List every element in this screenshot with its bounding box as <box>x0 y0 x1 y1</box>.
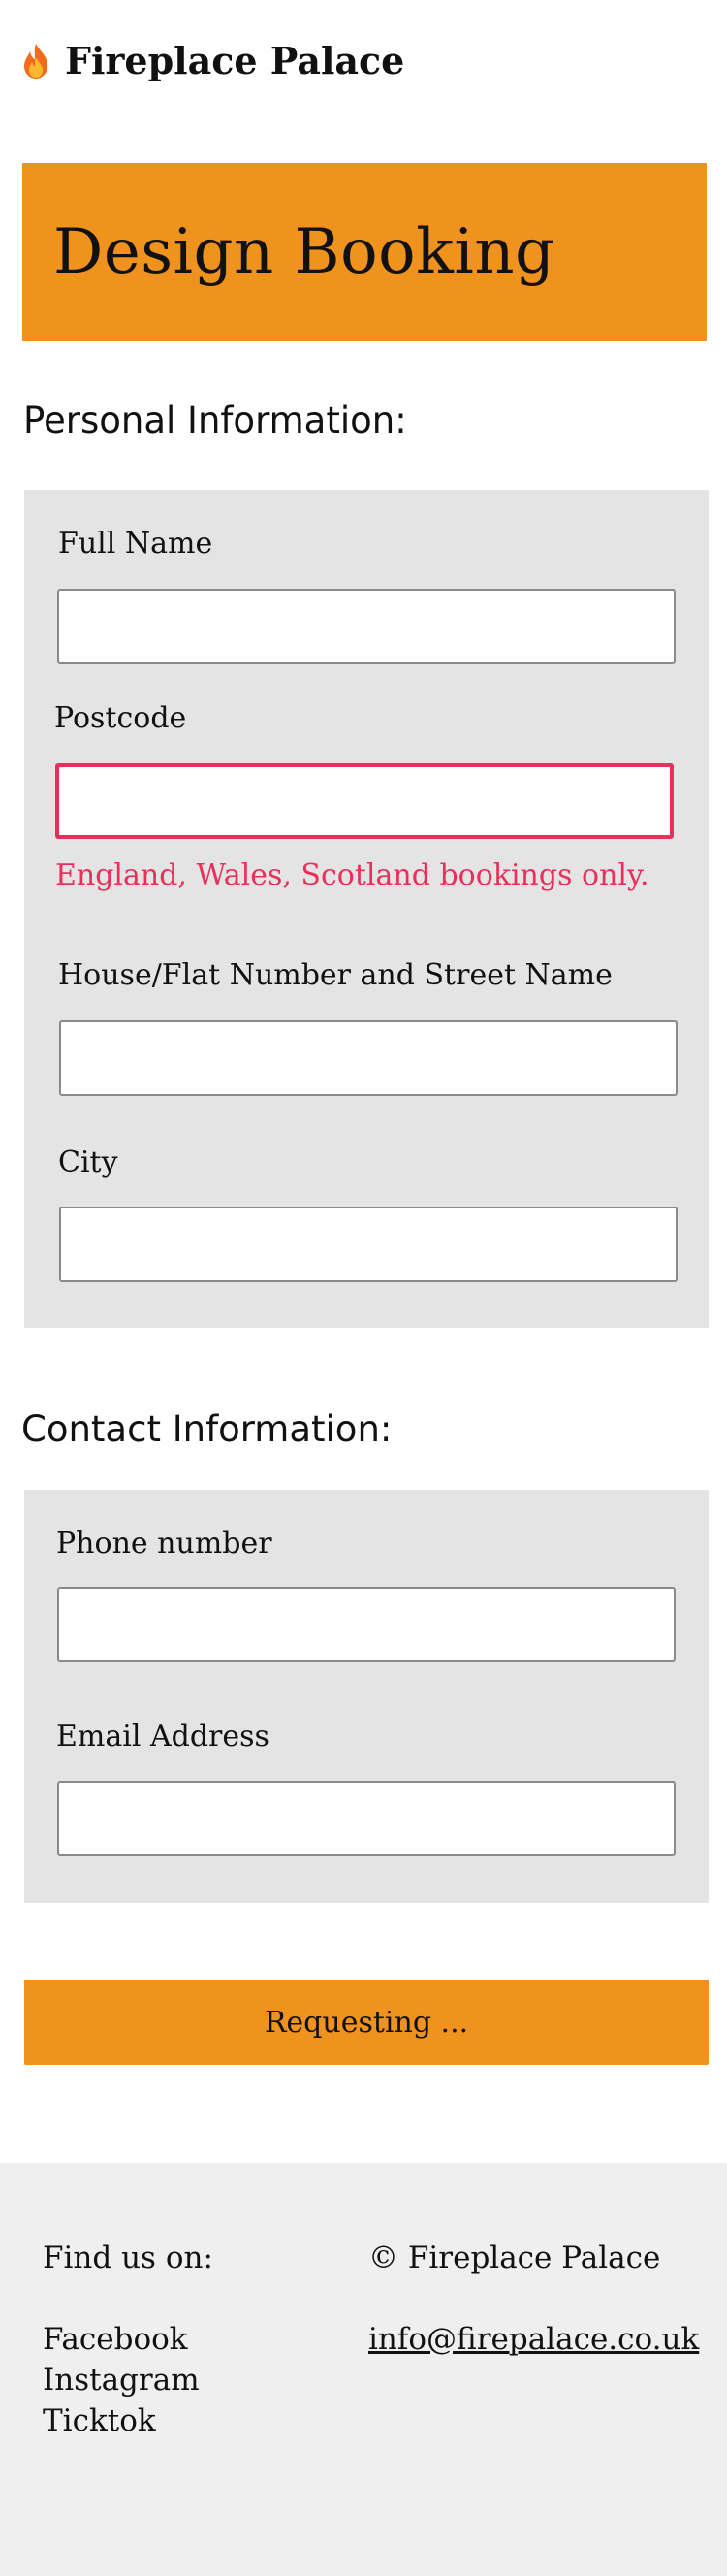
postcode-input[interactable] <box>55 763 674 839</box>
contact-info-panel: Phone number Email Address <box>24 1490 709 1903</box>
copyright-text: © Fireplace Palace <box>368 2240 661 2275</box>
site-footer: Find us on: Facebook Instagram Ticktok ©… <box>0 2163 727 2576</box>
flame-icon <box>16 42 55 80</box>
city-label: City <box>58 1145 118 1179</box>
email-link[interactable]: info@firepalace.co.uk <box>368 2322 699 2357</box>
postcode-error-message: England, Wales, Scotland bookings only. <box>55 858 649 892</box>
ticktok-link[interactable]: Ticktok <box>43 2403 156 2438</box>
full-name-input[interactable] <box>57 589 676 664</box>
find-us-label: Find us on: <box>43 2240 213 2275</box>
hero-banner: Design Booking <box>22 163 707 341</box>
site-header: Fireplace Palace <box>0 0 727 121</box>
full-name-label: Full Name <box>58 527 213 561</box>
street-label: House/Flat Number and Street Name <box>58 958 613 992</box>
contact-info-heading: Contact Information: <box>21 1408 393 1450</box>
email-label: Email Address <box>56 1720 269 1754</box>
phone-label: Phone number <box>56 1527 272 1561</box>
brand-name[interactable]: Fireplace Palace <box>65 39 404 82</box>
phone-input[interactable] <box>57 1587 676 1662</box>
city-input[interactable] <box>59 1207 678 1282</box>
instagram-link[interactable]: Instagram <box>43 2363 200 2398</box>
email-input[interactable] <box>57 1781 676 1856</box>
street-input[interactable] <box>59 1020 678 1096</box>
page-title: Design Booking <box>53 216 555 288</box>
facebook-link[interactable]: Facebook <box>43 2322 188 2357</box>
personal-info-panel: Full Name Postcode England, Wales, Scotl… <box>24 490 709 1328</box>
submit-button[interactable]: Requesting ... <box>24 1980 709 2065</box>
postcode-label: Postcode <box>54 701 187 735</box>
personal-info-heading: Personal Information: <box>23 400 407 441</box>
